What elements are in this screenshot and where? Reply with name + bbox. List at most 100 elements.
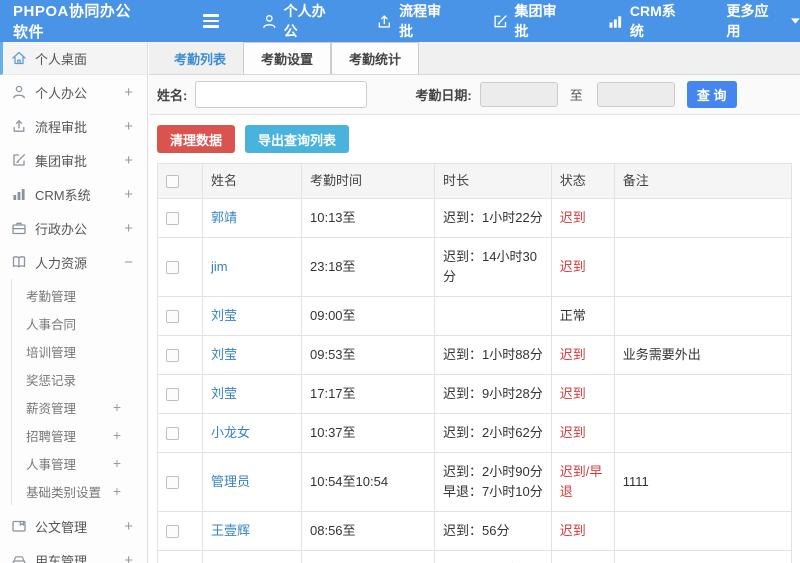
sidebar-item[interactable]: 人力资源 − [0, 245, 147, 279]
sidebar-item[interactable]: 用车管理 + [0, 543, 147, 563]
date-from-input[interactable] [479, 82, 558, 107]
status-cell: 正常 [550, 296, 615, 336]
row-checkbox[interactable] [166, 427, 179, 441]
attendance-time-cell: 17:17至 [301, 374, 435, 414]
status-cell: 迟到 [550, 198, 615, 238]
attendance-time-cell: 08:56至 [301, 511, 435, 551]
navbar-item[interactable]: 个人办公 [261, 1, 338, 41]
sidebar: 个人桌面 个人办公 + 流程审批 + 集团审批 + CRM系统 + 行政办公 +… [0, 42, 148, 563]
employee-name-link[interactable]: 刘莹 [211, 308, 237, 323]
search-button[interactable]: 查 询 [686, 81, 737, 108]
navbar-item[interactable]: 更多应用 [726, 1, 800, 41]
expand-toggle-icon[interactable]: + [113, 483, 121, 499]
edit-icon [11, 152, 27, 168]
tab[interactable]: 考勤列表 [157, 42, 243, 74]
employee-name-link[interactable]: 郭靖 [211, 210, 237, 225]
table-header-row: 姓名 考勤时间 时长 状态 备注 [157, 163, 793, 199]
action-toolbar: 清理数据 导出查询列表 [149, 115, 800, 163]
expand-toggle-icon[interactable]: + [113, 427, 121, 443]
clean-data-button[interactable]: 清理数据 [157, 125, 236, 153]
edit-icon [492, 13, 509, 30]
row-checkbox[interactable] [166, 212, 179, 226]
attendance-time-cell: 10:54至10:54 [301, 452, 435, 512]
employee-name-link[interactable]: 刘莹 [211, 386, 237, 401]
duration-cell: 迟到：2小时62分 [434, 413, 552, 453]
duration-cell [434, 296, 552, 336]
row-checkbox[interactable] [166, 261, 179, 275]
employee-name-link[interactable]: 王壹辉 [211, 523, 250, 538]
chart-icon [607, 13, 624, 30]
sidebar-item[interactable]: 集团审批 + [0, 143, 147, 177]
expand-toggle-icon[interactable]: + [124, 84, 133, 101]
column-header-name: 姓名 [202, 163, 302, 199]
sidebar-subitem[interactable]: 培训管理 [0, 337, 147, 365]
navbar-item[interactable]: 集团审批 [492, 1, 569, 41]
row-checkbox[interactable] [166, 349, 179, 363]
duration-cell: 迟到：14小时30分 [434, 237, 552, 297]
table-row: 小龙女 10:37至 迟到：2小时62分 迟到 [157, 413, 793, 453]
date-to-input[interactable] [596, 82, 675, 107]
employee-name-link[interactable]: 小龙女 [211, 425, 250, 440]
caret-down-icon [791, 18, 800, 24]
employee-name-link[interactable]: jim [211, 259, 228, 274]
export-list-button[interactable]: 导出查询列表 [245, 125, 350, 153]
sidebar-item[interactable]: 公文管理 + [0, 509, 147, 543]
tab[interactable]: 考勤统计 [331, 42, 420, 74]
sidebar-subitem[interactable]: 人事管理 + [0, 449, 147, 477]
expand-toggle-icon[interactable]: + [124, 220, 133, 237]
attendance-table: 姓名 考勤时间 时长 状态 备注 郭靖 10:13至 迟到：1小时22分 迟到 … [157, 163, 793, 563]
remark-cell [613, 237, 793, 297]
remark-cell [613, 413, 793, 453]
table-row: jim 23:18至 迟到：14小时30分 迟到 [157, 237, 793, 297]
sidebar-subitem[interactable]: 人事合同 [0, 309, 147, 337]
navbar-item[interactable]: CRM系统 [607, 1, 688, 41]
name-input[interactable] [195, 81, 368, 108]
employee-name-link[interactable]: 管理员 [211, 474, 250, 489]
row-checkbox[interactable] [166, 310, 179, 324]
expand-toggle-icon[interactable]: + [124, 552, 133, 563]
sidebar-item[interactable]: CRM系统 + [0, 177, 147, 211]
row-checkbox[interactable] [166, 525, 179, 539]
expand-toggle-icon[interactable]: − [124, 254, 133, 271]
expand-toggle-icon[interactable]: + [124, 186, 133, 203]
menu-icon[interactable] [203, 14, 220, 28]
sidebar-item[interactable]: 个人办公 + [0, 75, 147, 109]
home-icon [11, 50, 27, 66]
expand-toggle-icon[interactable]: + [124, 518, 133, 535]
top-navbar: PHPOA协同办公软件 个人办公 流程审批 集团审批 CRM系统 更多应用 [0, 0, 800, 42]
duration-cell: 迟到：5小时33分早退：4小时67分 [434, 550, 552, 563]
book-icon [11, 254, 27, 270]
status-cell: 迟到/早退 [550, 550, 615, 563]
employee-name-link[interactable]: 刘莹 [211, 347, 237, 362]
sidebar-submenu: 考勤管理 人事合同 培训管理 奖惩记录 薪资管理 + 招聘管理 + 人事管理 +… [0, 279, 147, 509]
navbar-item[interactable]: 流程审批 [376, 1, 453, 41]
table-row: 刘莹 09:53至 迟到：1小时88分 迟到 业务需要外出 [157, 335, 793, 375]
table-row: 黄蓉 13:20至13:20 迟到：5小时33分早退：4小时67分 迟到/早退 [157, 550, 793, 563]
remark-cell [613, 511, 793, 551]
sidebar-subitem[interactable]: 招聘管理 + [0, 421, 147, 449]
duration-cell: 迟到：2小时90分 早退：7小时10分 [434, 452, 552, 512]
sidebar-subitem[interactable]: 奖惩记录 [0, 365, 147, 393]
remark-cell [613, 374, 793, 414]
sidebar-subitem[interactable]: 考勤管理 [0, 281, 147, 309]
status-cell: 迟到 [550, 413, 615, 453]
tab[interactable]: 考勤设置 [243, 42, 332, 74]
sidebar-item[interactable]: 行政办公 + [0, 211, 147, 245]
date-to-label: 至 [569, 88, 583, 103]
sidebar-item[interactable]: 流程审批 + [0, 109, 147, 143]
sidebar-subitem[interactable]: 基础类别设置 + [0, 477, 147, 505]
row-checkbox[interactable] [166, 476, 179, 490]
attendance-time-cell: 13:20至13:20 [301, 550, 435, 563]
expand-toggle-icon[interactable]: + [124, 152, 133, 169]
sidebar-subitem[interactable]: 薪资管理 + [0, 393, 147, 421]
app-logo[interactable]: PHPOA协同办公软件 [0, 0, 146, 42]
sidebar-item[interactable]: 个人桌面 [0, 42, 147, 75]
select-all-checkbox[interactable] [166, 175, 179, 189]
expand-toggle-icon[interactable]: + [113, 399, 121, 415]
expand-toggle-icon[interactable]: + [113, 455, 121, 471]
tab-bar: 考勤列表 考勤设置 考勤统计 [149, 42, 800, 75]
expand-toggle-icon[interactable]: + [124, 118, 133, 135]
date-label: 考勤日期: [415, 88, 472, 103]
row-checkbox[interactable] [166, 388, 179, 402]
duration-cell: 迟到：56分 [434, 511, 552, 551]
